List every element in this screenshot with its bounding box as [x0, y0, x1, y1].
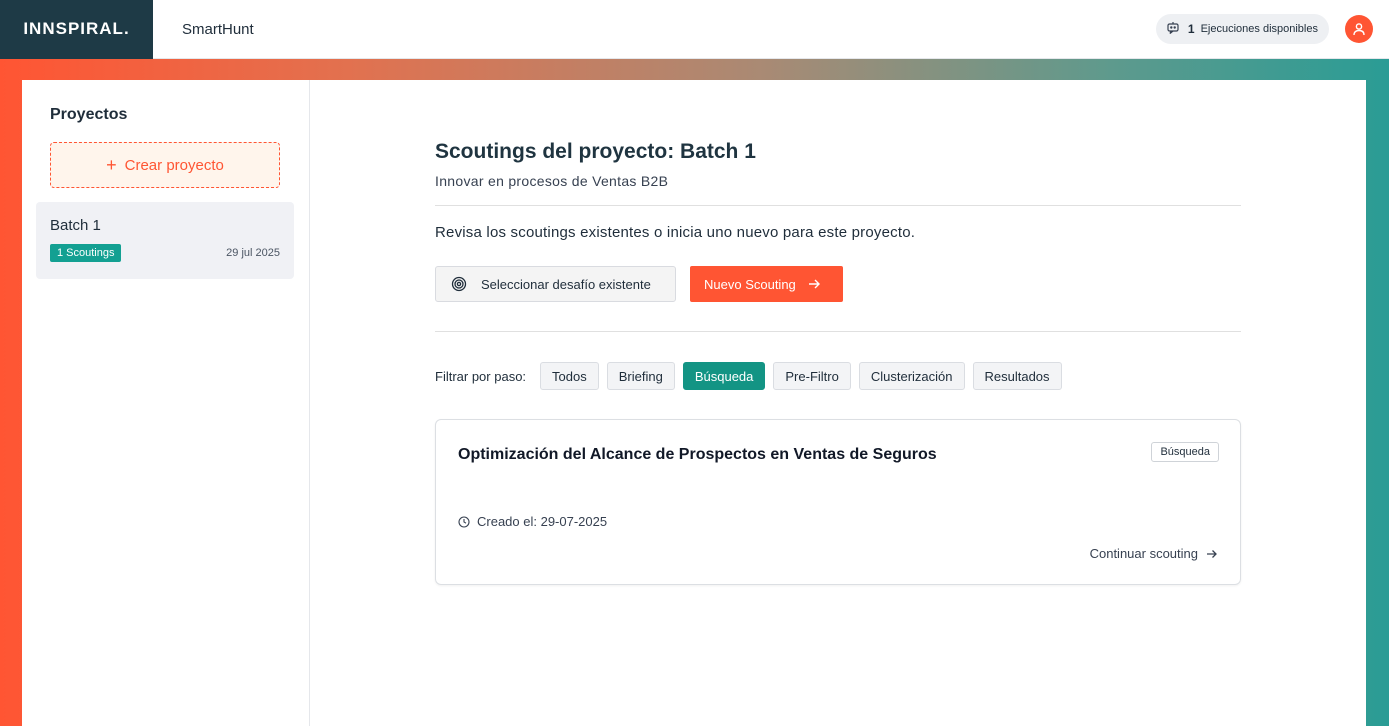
page-description: Revisa los scoutings existentes o inicia…	[435, 224, 916, 241]
page-subtitle: Innovar en procesos de Ventas B2B	[435, 173, 669, 189]
continue-scouting-label: Continuar scouting	[1089, 546, 1198, 561]
action-buttons: Seleccionar desafío existente Nuevo Scou…	[435, 266, 1241, 302]
chat-bot-icon	[1166, 21, 1180, 38]
app-name: SmartHunt	[182, 20, 254, 38]
projects-sidebar: Proyectos + Crear proyecto Batch 1 1 Sco…	[22, 80, 310, 726]
arrow-right-icon	[1207, 549, 1217, 558]
clock-icon	[458, 515, 470, 528]
scouting-created-date: Creado el: 29-07-2025	[458, 514, 1218, 529]
created-label: Creado el: 29-07-2025	[477, 514, 608, 529]
project-name: Batch 1	[50, 217, 101, 234]
new-scouting-label: Nuevo Scouting	[704, 276, 796, 292]
filter-label: Filtrar por paso:	[435, 368, 527, 384]
select-existing-challenge-label: Seleccionar desafío existente	[481, 276, 651, 292]
filter-chip-resultados[interactable]: Resultados	[972, 362, 1062, 390]
select-existing-challenge-button[interactable]: Seleccionar desafío existente	[435, 266, 676, 302]
executions-count: 1	[1187, 22, 1195, 36]
divider	[435, 331, 1241, 332]
filter-chip-todos[interactable]: Todos	[540, 362, 599, 390]
filter-chip-clusterizacion[interactable]: Clusterización	[858, 362, 965, 390]
create-project-label: Crear proyecto	[124, 156, 224, 174]
create-project-button[interactable]: + Crear proyecto	[50, 142, 280, 188]
main-panel: Proyectos + Crear proyecto Batch 1 1 Sco…	[22, 80, 1366, 726]
filter-chip-pre-filtro[interactable]: Pre-Filtro	[773, 362, 851, 390]
divider	[435, 205, 1241, 206]
project-item-batch-1[interactable]: Batch 1 1 Scoutings 29 jul 2025	[36, 202, 294, 279]
main-content: Scoutings del proyecto: Batch 1 Innovar …	[310, 80, 1366, 726]
user-icon	[1353, 23, 1365, 36]
executions-available-badge: 1 Ejecuciones disponibles	[1155, 14, 1329, 44]
target-icon	[451, 276, 467, 292]
continue-scouting-link[interactable]: Continuar scouting	[1090, 546, 1218, 561]
arrow-right-icon	[808, 279, 820, 289]
scouting-title: Optimización del Alcance de Prospectos e…	[458, 446, 937, 463]
innspiral-logo[interactable]: INNSPIRAL.	[0, 0, 153, 59]
executions-label: Ejecuciones disponibles	[1200, 23, 1318, 35]
scouting-stage-badge: Búsqueda	[1151, 442, 1219, 462]
page-title: Scoutings del proyecto: Batch 1	[435, 140, 756, 163]
scouting-card[interactable]: Optimización del Alcance de Prospectos e…	[435, 419, 1241, 585]
scoutings-count-badge: 1 Scoutings	[50, 244, 122, 262]
project-date: 29 jul 2025	[226, 247, 280, 259]
sidebar-title: Proyectos	[50, 106, 128, 123]
filter-chip-briefing[interactable]: Briefing	[606, 362, 675, 390]
step-filter-bar: Filtrar por paso: Todos Briefing Búsqued…	[435, 362, 1241, 390]
top-bar: INNSPIRAL. SmartHunt 1 Ejecuciones dispo…	[0, 0, 1389, 59]
new-scouting-button[interactable]: Nuevo Scouting	[690, 266, 843, 302]
plus-icon: +	[106, 155, 117, 175]
filter-chip-busqueda[interactable]: Búsqueda	[682, 362, 766, 390]
user-avatar[interactable]	[1345, 15, 1373, 43]
